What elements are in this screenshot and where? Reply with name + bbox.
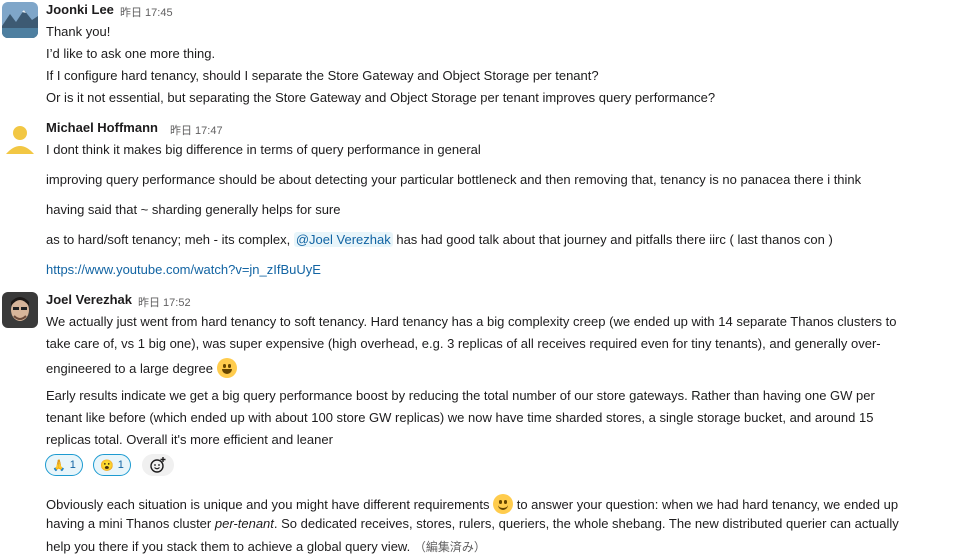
avatar-joel[interactable] bbox=[2, 292, 38, 328]
message-line: take care of, vs 1 big one), was super e… bbox=[46, 336, 881, 351]
timestamp[interactable]: 昨日 17:47 bbox=[170, 122, 223, 138]
text: to answer your question: when we had har… bbox=[516, 497, 899, 512]
message-line: I’d like to ask one more thing. bbox=[46, 46, 216, 61]
smiling-emoji-icon bbox=[493, 494, 514, 514]
message-line: Early results indicate we get a big quer… bbox=[46, 388, 875, 403]
reaction-count: 1 bbox=[117, 459, 124, 471]
avatar-michael[interactable] bbox=[2, 120, 38, 156]
message-line: I dont think it makes big difference in … bbox=[46, 142, 481, 157]
message-line: help you there if you stack them to achi… bbox=[46, 538, 486, 555]
pray-emoji-icon: 🙏 bbox=[52, 459, 66, 472]
message-line-with-mention: as to hard/soft tenancy; meh - its compl… bbox=[46, 232, 833, 247]
message-line: Thank you! bbox=[46, 24, 111, 39]
default-user-avatar-icon bbox=[2, 120, 38, 156]
grinning-emoji-icon bbox=[216, 358, 237, 378]
landscape-avatar-image bbox=[2, 2, 38, 38]
author-name[interactable]: Michael Hoffmann bbox=[46, 120, 158, 135]
text: . So dedicated receives, stores, rulers,… bbox=[273, 516, 899, 531]
message-line: Or is it not essential, but separating t… bbox=[46, 90, 716, 105]
message-line: engineered to a large degree bbox=[46, 358, 237, 378]
message-line: replicas total. Overall it's more effici… bbox=[46, 432, 333, 447]
add-reaction-icon bbox=[150, 457, 166, 473]
author-name[interactable]: Joonki Lee bbox=[46, 2, 114, 17]
astonished-emoji-icon: 😮 bbox=[100, 459, 114, 472]
photo-avatar-image bbox=[2, 292, 38, 328]
reaction-count: 1 bbox=[69, 459, 76, 471]
message-line: tenant like before (which ended up with … bbox=[46, 410, 874, 425]
message-line: having a mini Thanos cluster per-tenant.… bbox=[46, 516, 899, 531]
text: Obviously each situation is unique and y… bbox=[46, 497, 490, 512]
avatar-joonki[interactable] bbox=[2, 2, 38, 38]
italic-text: per-tenant bbox=[214, 516, 274, 531]
message-line: We actually just went from hard tenancy … bbox=[46, 314, 897, 329]
message-line: having said that ~ sharding generally he… bbox=[46, 202, 341, 217]
reaction-pray[interactable]: 🙏 1 bbox=[45, 454, 83, 476]
message-line: If I configure hard tenancy, should I se… bbox=[46, 68, 599, 83]
author-name[interactable]: Joel Verezhak bbox=[46, 292, 132, 307]
reaction-astonished[interactable]: 😮 1 bbox=[93, 454, 131, 476]
text: has had good talk about that journey and… bbox=[396, 232, 833, 247]
timestamp[interactable]: 昨日 17:52 bbox=[138, 294, 191, 310]
user-mention[interactable]: @Joel Verezhak bbox=[293, 232, 393, 247]
text: engineered to a large degree bbox=[46, 361, 213, 376]
message-line: Obviously each situation is unique and y… bbox=[46, 494, 898, 514]
timestamp[interactable]: 昨日 17:45 bbox=[120, 4, 173, 20]
text: as to hard/soft tenancy; meh - its compl… bbox=[46, 232, 291, 247]
add-reaction-button[interactable] bbox=[142, 454, 174, 476]
text: having a mini Thanos cluster bbox=[46, 516, 215, 531]
youtube-link[interactable]: https://www.youtube.com/watch?v=jn_zIfBu… bbox=[46, 262, 321, 277]
message-line: improving query performance should be ab… bbox=[46, 172, 862, 187]
